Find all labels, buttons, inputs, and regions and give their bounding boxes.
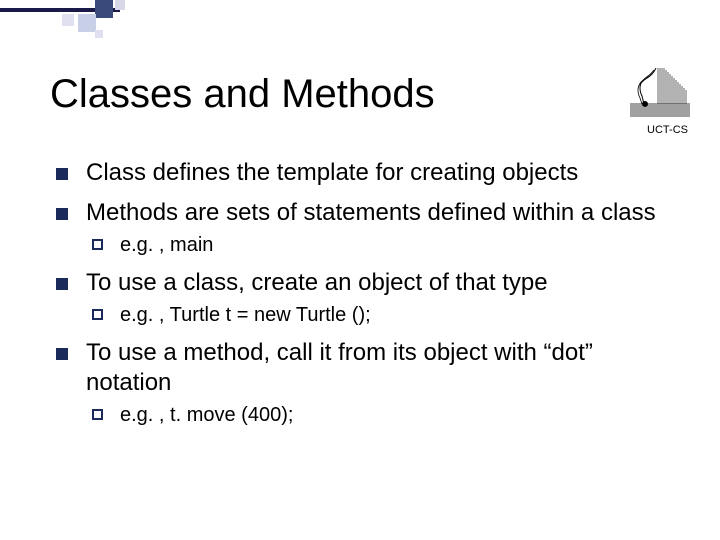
bullet-text: To use a class, create an object of that… bbox=[86, 269, 548, 296]
slide-content: Class defines the template for creating … bbox=[50, 158, 680, 438]
sub-bullet-item: e.g. , t. move (400); bbox=[86, 402, 680, 428]
bullet-item: Methods are sets of statements defined w… bbox=[50, 198, 680, 258]
bullet-item: Class defines the template for creating … bbox=[50, 158, 680, 188]
bullet-item: To use a method, call it from its object… bbox=[50, 338, 680, 428]
sub-bullet-rest: Turtle t = new Turtle (); bbox=[164, 304, 370, 326]
sub-bullet-rest: main bbox=[164, 234, 213, 256]
square-bullet-icon bbox=[56, 168, 68, 180]
sub-bullet-label: e.g. , bbox=[120, 234, 164, 256]
open-square-bullet-icon bbox=[92, 239, 103, 250]
sub-bullet-item: e.g. , Turtle t = new Turtle (); bbox=[86, 302, 680, 328]
logo-icon bbox=[630, 68, 690, 118]
sub-bullet-label: e.g. , bbox=[120, 404, 164, 426]
corner-decoration bbox=[0, 0, 160, 60]
bullet-text: Methods are sets of statements defined w… bbox=[86, 199, 656, 226]
bullet-text: To use a method, call it from its object… bbox=[86, 339, 593, 396]
open-square-bullet-icon bbox=[92, 409, 103, 420]
square-bullet-icon bbox=[56, 208, 68, 220]
square-bullet-icon bbox=[56, 348, 68, 360]
sub-bullet-rest: t. move (400); bbox=[164, 404, 293, 426]
open-square-bullet-icon bbox=[92, 309, 103, 320]
bullet-item: To use a class, create an object of that… bbox=[50, 268, 680, 328]
tag-label: UCT-CS bbox=[647, 124, 688, 136]
slide-title: Classes and Methods bbox=[50, 72, 435, 117]
sub-bullet-label: e.g. , bbox=[120, 304, 164, 326]
sub-bullet-item: e.g. , main bbox=[86, 232, 680, 258]
square-bullet-icon bbox=[56, 278, 68, 290]
bullet-text: Class defines the template for creating … bbox=[86, 159, 578, 186]
